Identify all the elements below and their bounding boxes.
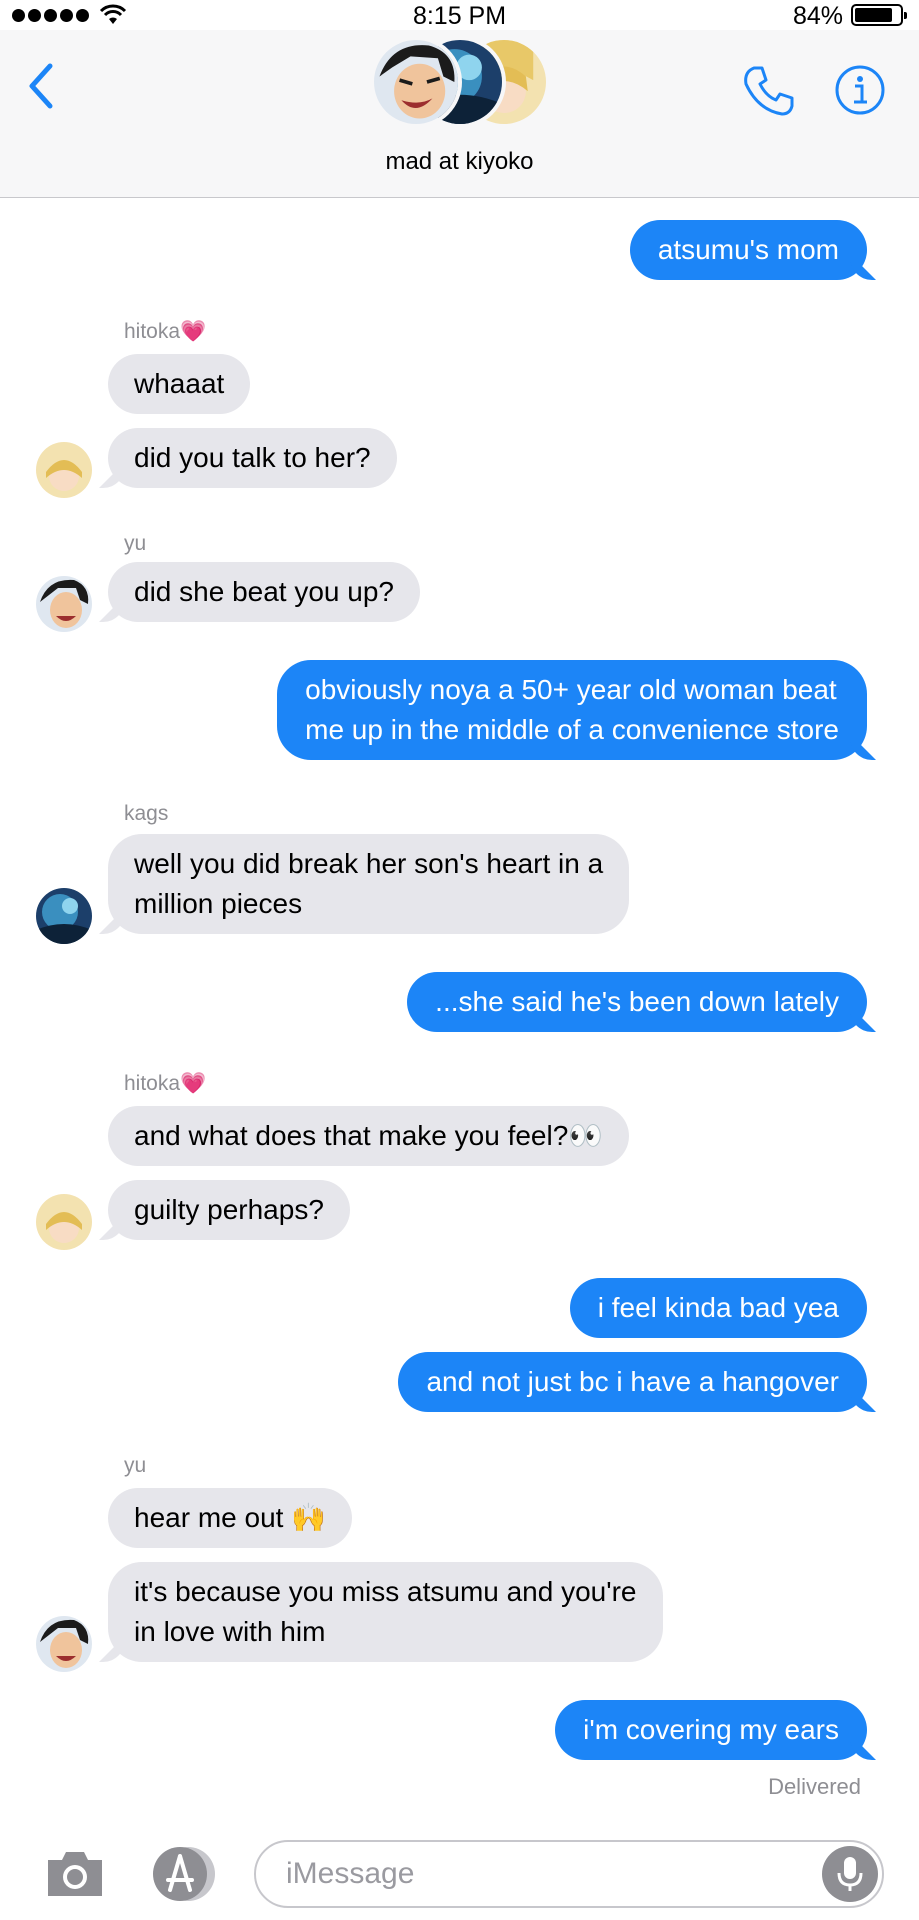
- group-name[interactable]: mad at kiyoko: [0, 148, 919, 176]
- camera-icon[interactable]: [44, 1846, 106, 1900]
- outgoing-message[interactable]: obviously noya a 50+ year old woman beat…: [277, 660, 867, 760]
- sender-name: kags: [124, 802, 169, 825]
- incoming-message[interactable]: did she beat you up?: [108, 562, 420, 622]
- clock: 8:15 PM: [412, 2, 507, 30]
- message-text: ...she said he's been down lately: [435, 986, 839, 1017]
- incoming-message[interactable]: did you talk to her?: [108, 428, 397, 488]
- message-text: well you did break her son's heart in a: [134, 848, 604, 879]
- incoming-message[interactable]: whaaat: [108, 354, 251, 414]
- avatar[interactable]: [36, 1616, 92, 1672]
- incoming-message[interactable]: and what does that make you feel?👀: [108, 1106, 630, 1166]
- avatar[interactable]: [36, 1194, 92, 1250]
- message-text: hear me out 🙌: [134, 1502, 327, 1533]
- microphone-button[interactable]: [822, 1846, 878, 1902]
- message-text: did she beat you up?: [134, 576, 394, 607]
- avatar[interactable]: [36, 888, 92, 944]
- message-input[interactable]: [254, 1840, 884, 1908]
- outgoing-message[interactable]: i'm covering my ears: [555, 1700, 867, 1760]
- message-text: me up in the middle of a convenience sto…: [305, 714, 839, 745]
- incoming-message[interactable]: well you did break her son's heart in a …: [108, 834, 630, 934]
- sender-name: hitoka💗: [124, 1072, 207, 1095]
- battery-percentage: 84%: [792, 2, 843, 30]
- outgoing-message[interactable]: ...she said he's been down lately: [407, 972, 867, 1032]
- message-text: i feel kinda bad yea: [597, 1292, 839, 1323]
- outgoing-message[interactable]: i feel kinda bad yea: [569, 1278, 867, 1338]
- incoming-message[interactable]: guilty perhaps?: [108, 1180, 350, 1240]
- sender-name: hitoka💗: [124, 320, 207, 343]
- message-text: did you talk to her?: [134, 442, 371, 473]
- message-text: obviously noya a 50+ year old woman beat: [305, 674, 837, 705]
- message-text: it's because you miss atsumu and you're: [134, 1576, 637, 1607]
- message-text: i'm covering my ears: [583, 1714, 839, 1745]
- sender-name: yu: [124, 1454, 147, 1477]
- avatar: [370, 36, 462, 128]
- compose-bar: [0, 1828, 919, 1920]
- message-text: atsumu's mom: [657, 234, 839, 265]
- status-bar: 8:15 PM 84%: [0, 0, 919, 30]
- info-icon[interactable]: [834, 64, 886, 116]
- incoming-message[interactable]: it's because you miss atsumu and you're …: [108, 1562, 663, 1662]
- incoming-message[interactable]: hear me out 🙌: [108, 1488, 353, 1548]
- message-text: in love with him: [134, 1616, 326, 1647]
- app-store-icon[interactable]: [148, 1846, 220, 1902]
- message-text: and not just bc i have a hangover: [426, 1366, 839, 1397]
- message-text: guilty perhaps?: [134, 1194, 324, 1225]
- message-text: million pieces: [134, 888, 303, 919]
- outgoing-message[interactable]: atsumu's mom: [629, 220, 867, 280]
- outgoing-message[interactable]: and not just bc i have a hangover: [398, 1352, 867, 1412]
- conversation-header: mad at kiyoko: [0, 30, 919, 198]
- avatar[interactable]: [36, 576, 92, 632]
- battery-icon: [851, 4, 907, 26]
- avatar[interactable]: [36, 442, 92, 498]
- message-list[interactable]: atsumu's mom hitoka💗 whaaat did you talk…: [0, 198, 919, 1828]
- message-text: and what does that make you feel?👀: [134, 1120, 604, 1151]
- microphone-icon: [837, 1857, 863, 1891]
- message-text: whaaat: [134, 368, 225, 399]
- group-avatars[interactable]: [370, 36, 550, 136]
- chevron-left-icon[interactable]: [26, 62, 56, 110]
- delivery-status: Delivered: [768, 1774, 861, 1799]
- sender-name: yu: [124, 532, 147, 555]
- phone-icon[interactable]: [740, 62, 796, 118]
